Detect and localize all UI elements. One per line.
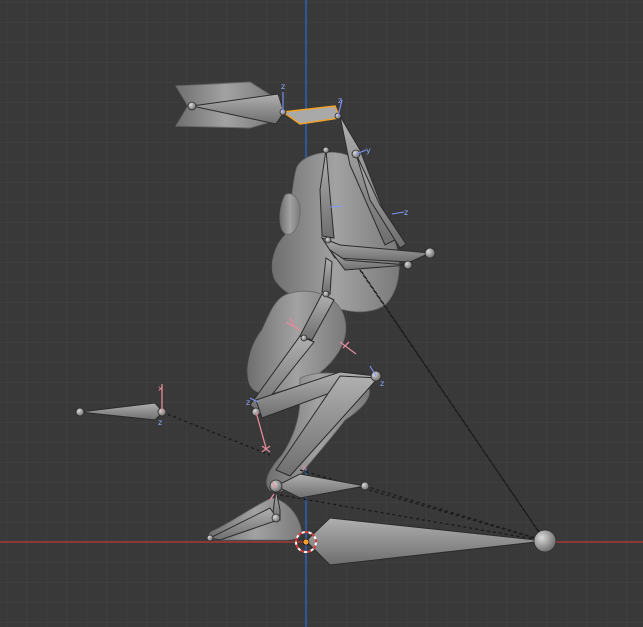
leg-z-label: z	[380, 379, 384, 388]
viewport-canvas[interactable]: z z z y x z z z x	[0, 0, 643, 627]
3d-viewport[interactable]: z z z y x z z z x	[0, 0, 643, 627]
origin-point	[302, 538, 310, 546]
chest-y-label: y	[366, 146, 371, 155]
shin-x-label: x	[302, 463, 307, 472]
left-bone-x-label: x	[158, 384, 163, 393]
left-bone-z-label: z	[158, 418, 162, 427]
upper-arm-z-label: z	[281, 82, 285, 91]
hand-z-label: z	[404, 208, 408, 217]
knee-z-label: z	[246, 398, 250, 407]
